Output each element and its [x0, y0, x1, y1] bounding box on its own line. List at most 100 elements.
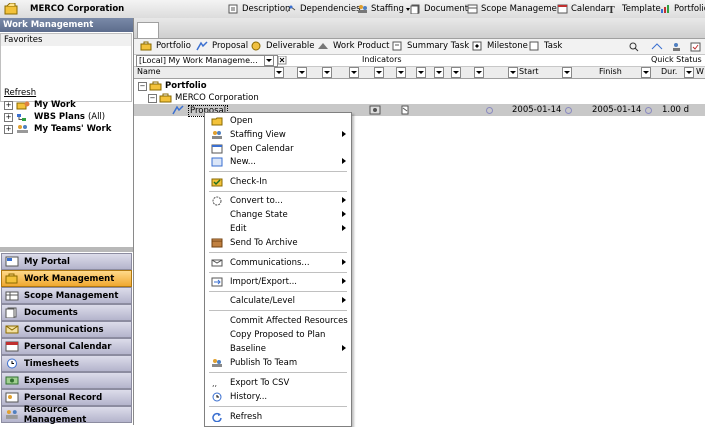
menu-copy-proposed-to-plan[interactable]: Copy Proposed to Plan [205, 328, 351, 341]
close-filter-icon[interactable] [278, 56, 287, 65]
topnav-documents[interactable]: Documents [410, 3, 472, 15]
menu-label: Baseline [230, 343, 267, 354]
tab-blank[interactable] [137, 22, 159, 38]
personal-record-icon [5, 392, 19, 403]
collapse-icon[interactable]: − [148, 94, 157, 103]
nav-resource-management[interactable]: Resource Management [1, 405, 132, 425]
menu-publish-to-team[interactable]: Publish To Team [205, 356, 351, 369]
menu-edit[interactable]: Edit [205, 222, 351, 235]
indicator-filter-icon[interactable] [374, 67, 384, 78]
nav-documents[interactable]: Documents [1, 304, 132, 321]
toolbar-proposal-button[interactable]: Proposal [196, 41, 248, 51]
menu-new[interactable]: New... [205, 155, 351, 168]
table-row[interactable]: − MERCO Corporation [134, 92, 705, 104]
menu-staffing-view[interactable]: Staffing View [205, 128, 351, 141]
finish-column-header[interactable]: Finish [599, 67, 622, 76]
menu-open-calendar[interactable]: Open Calendar [205, 142, 351, 155]
menu-history[interactable]: History... [205, 390, 351, 403]
communications-icon [5, 325, 19, 334]
indicator-filter-icon[interactable] [451, 67, 461, 78]
menu-export-to-csv[interactable]: ,, Export To CSV [205, 376, 351, 389]
user-search-icon[interactable] [671, 42, 683, 52]
table-row[interactable]: − Portfolio [134, 80, 705, 92]
tree-item-my-work[interactable]: + My Work [4, 99, 76, 111]
tree-item-wbs-plans[interactable]: + WBS Plans (All) [4, 111, 105, 123]
indicator-filter-icon[interactable] [396, 67, 406, 78]
start-column-header[interactable]: Start [519, 67, 539, 76]
resource-icon [5, 410, 18, 419]
nav-label: Work Management [24, 273, 115, 284]
status-filter-icon[interactable] [508, 67, 518, 78]
toolbar-portfolio-button[interactable]: Portfolio [140, 41, 191, 51]
expand-icon[interactable]: + [4, 124, 13, 134]
note-icon [401, 105, 409, 115]
w-column-header[interactable]: W [696, 67, 704, 76]
toolbar-deliverable-button[interactable]: Deliverable [250, 41, 314, 51]
nav-scope-management[interactable]: Scope Management [1, 287, 132, 304]
portfolio-icon [661, 5, 669, 13]
start-filter-icon[interactable] [562, 67, 572, 78]
check-in-icon [211, 178, 223, 186]
menu-calculate-level[interactable]: Calculate/Level [205, 294, 351, 307]
nav-my-portal[interactable]: My Portal [1, 253, 132, 270]
menu-baseline[interactable]: Baseline [205, 342, 351, 355]
indicator-filter-icon[interactable] [297, 67, 307, 78]
submenu-arrow-icon [342, 131, 346, 137]
toolbar-milestone-button[interactable]: Milestone [471, 41, 528, 51]
finish-filter-icon[interactable] [641, 67, 651, 78]
staffing-icon [358, 5, 367, 13]
panel-splitter[interactable] [0, 247, 133, 252]
indicator-filter-icon[interactable] [416, 67, 426, 78]
topnav-template[interactable]: T Template [608, 3, 661, 15]
topnav-description[interactable]: Description [228, 3, 290, 15]
menu-send-to-archive[interactable]: Send To Archive [205, 236, 351, 249]
menu-communications[interactable]: Communications... [205, 256, 351, 269]
collapse-icon[interactable]: − [138, 82, 147, 91]
menu-convert-to[interactable]: Convert to... [205, 194, 351, 207]
indicator-filter-icon[interactable] [322, 67, 332, 78]
menu-open[interactable]: Open [205, 114, 351, 127]
nav-timesheets[interactable]: Timesheets [1, 355, 132, 372]
search-icon[interactable] [629, 42, 639, 52]
nav-expenses[interactable]: Expenses [1, 372, 132, 389]
proposal-icon [172, 105, 184, 115]
refresh-link[interactable]: Refresh [4, 88, 36, 98]
nav-personal-calendar[interactable]: Personal Calendar [1, 338, 132, 355]
link-icon[interactable] [651, 42, 663, 52]
view-filter-select[interactable]: [Local] My Work Manageme... [136, 55, 278, 67]
menu-import-export[interactable]: Import/Export... [205, 275, 351, 288]
filter-dropdown-icon[interactable] [264, 55, 274, 66]
duration-filter-icon[interactable] [684, 67, 694, 78]
indicator-filter-icon[interactable] [349, 67, 359, 78]
topnav-calendar[interactable]: Calendar [557, 3, 609, 15]
top-bar: MERCO Corporation Description Dependenci… [0, 0, 705, 19]
topnav-dependencies[interactable]: Dependencies [286, 3, 361, 15]
expand-icon[interactable]: + [4, 100, 13, 110]
menu-check-in[interactable]: Check-In [205, 175, 351, 188]
toolbar-summary-task-button[interactable]: Summary Task [391, 41, 469, 51]
scope-management-icon [5, 291, 19, 301]
tree-item-my-teams-work[interactable]: + My Teams' Work [4, 123, 111, 135]
indicator-filter-icon[interactable] [434, 67, 444, 78]
nav-communications[interactable]: Communications [1, 321, 132, 338]
settings-icon[interactable] [690, 42, 702, 52]
submenu-arrow-icon [342, 259, 346, 265]
menu-commit-affected-resources[interactable]: Commit Affected Resources [205, 314, 351, 327]
nav-personal-record[interactable]: Personal Record [1, 389, 132, 406]
expand-icon[interactable]: + [4, 112, 13, 122]
indicator-filter-icon[interactable] [474, 67, 484, 78]
name-column-header[interactable]: Name [137, 67, 161, 76]
menu-change-state[interactable]: Change State [205, 208, 351, 221]
nav-work-management[interactable]: Work Management [1, 270, 132, 287]
toolbar-work-product-button[interactable]: Work Product [317, 41, 390, 51]
publish-icon [212, 358, 222, 367]
menu-refresh[interactable]: Refresh [205, 410, 351, 423]
toolbar-task-button[interactable]: Task [528, 41, 562, 51]
topnav-portfolio[interactable]: Portfolio [660, 3, 705, 15]
duration-column-header[interactable]: Dur. [661, 67, 677, 76]
indicator-icon [369, 105, 381, 115]
topnav-staffing[interactable]: Staffing [357, 3, 410, 15]
export-csv-icon: ,, [212, 379, 217, 388]
name-filter-icon[interactable] [274, 67, 284, 78]
topnav-scope-management[interactable]: Scope Management [467, 3, 566, 15]
